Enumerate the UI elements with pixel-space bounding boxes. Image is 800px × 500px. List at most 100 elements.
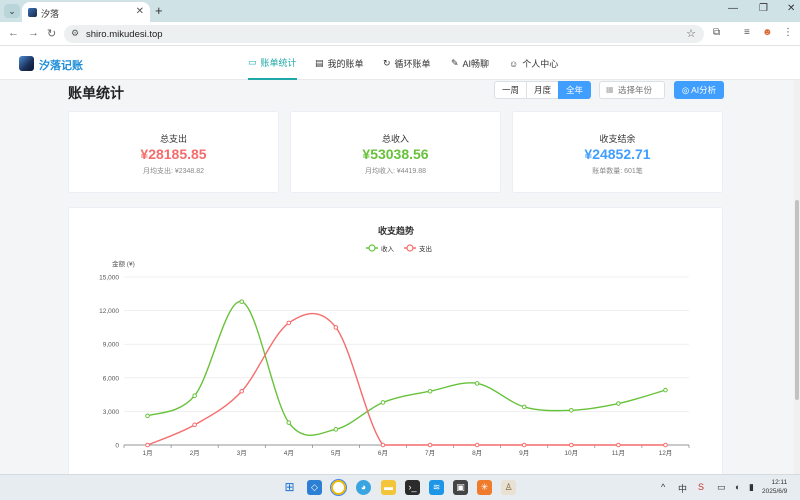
nav-item-bill-stats[interactable]: ▭ 账单统计	[248, 47, 297, 80]
monthly-average-expense: 月均支出: ¥2348.82	[142, 168, 205, 175]
nav-label: AI畅聊	[462, 59, 490, 69]
refresh-icon: ↻	[383, 58, 391, 68]
clock-time: 12:11	[771, 479, 788, 486]
x-tick-label: 2月	[190, 449, 200, 457]
x-tick-label: 4月	[284, 449, 294, 457]
ai-chat-icon: ◎	[681, 85, 690, 95]
scrollbar-thumb[interactable]	[795, 200, 799, 400]
nav-item-my-bills[interactable]: ▤ 我的账单	[315, 47, 364, 80]
y-tick-label: 3,000	[103, 409, 120, 416]
app-logo-icon[interactable]	[19, 56, 34, 71]
ime-indicator[interactable]: 中	[678, 482, 687, 495]
system-clock[interactable]: 12:11 2025/6/9	[762, 478, 787, 496]
bill-count: 账单数量: 601笔	[592, 168, 643, 175]
y-tick-label: 0	[115, 443, 119, 450]
x-tick-label: 8月	[472, 449, 482, 457]
app-character-icon[interactable]: ♙	[501, 480, 516, 495]
x-tick-label: 9月	[519, 449, 529, 457]
app-header: 汐落记账 ▭ 账单统计 ▤ 我的账单 ↻ 循环账单 ✎ AI畅聊 ☺ 个人中心	[0, 47, 800, 80]
data-point	[286, 320, 292, 326]
data-point	[427, 442, 433, 448]
site-info-icon[interactable]: ⚙	[71, 28, 79, 39]
brand-name[interactable]: 汐落记账	[39, 57, 83, 73]
browser-tab[interactable]: 汐落 ✕	[22, 2, 150, 22]
app-orange-icon[interactable]: ✳	[477, 480, 492, 495]
data-point	[568, 442, 574, 448]
monitor-icon: ▭	[248, 57, 257, 67]
trend-chart-card: 收支趋势 收入 支出 金额 (¥) 0 3,000 6,000 9,000 12,000 15,0…	[68, 207, 723, 474]
url-text[interactable]: shiro.mikudesi.top	[86, 29, 163, 40]
x-tick-label: 12月	[659, 449, 673, 457]
file-explorer-icon[interactable]: ▬	[381, 480, 396, 495]
back-arrow-icon[interactable]: ←	[8, 27, 19, 39]
data-point	[427, 388, 433, 394]
period-year-button[interactable]: 全年	[558, 81, 591, 99]
reload-icon[interactable]: ↻	[47, 27, 56, 40]
os-taskbar: ⊞ ◇ ◕ ▬ ›_ ≋ ▣ ✳ ♙ ^ 中 S ▭ ◐ ▮ 12:11 202…	[0, 474, 800, 500]
data-point	[616, 442, 621, 448]
data-point	[286, 420, 292, 425]
address-bar[interactable]: ⚙ shiro.mikudesi.top ☆	[64, 25, 704, 43]
nav-item-profile[interactable]: ☺ 个人中心	[509, 47, 558, 80]
window-close-icon[interactable]: ✕	[787, 3, 795, 14]
browser-toolbar: ← → ↻ ⚙ shiro.mikudesi.top ☆ ⧉ ≡ ☻ ⋮	[0, 22, 800, 46]
chrome-icon[interactable]	[330, 479, 347, 496]
terminal-icon[interactable]: ›_	[405, 480, 420, 495]
nav-item-recurring-bills[interactable]: ↻ 循环账单	[383, 47, 431, 80]
reading-list-icon[interactable]: ≡	[744, 27, 750, 38]
series-line	[147, 300, 666, 436]
x-tick-label: 5月	[331, 449, 341, 457]
qq-icon[interactable]: ◕	[356, 480, 371, 495]
total-expense-value: ¥28185.85	[140, 146, 207, 162]
year-input[interactable]	[618, 84, 662, 96]
balance-card: 收支结余 ¥24852.71 账单数量: 601笔	[512, 111, 723, 193]
profile-avatar-icon[interactable]: ☻	[762, 27, 773, 38]
tray-chevron-icon[interactable]: ^	[661, 482, 665, 492]
data-point	[521, 404, 527, 410]
ai-analysis-button[interactable]: ◎ AI分析	[674, 81, 724, 99]
ime-s-icon[interactable]: S	[698, 482, 704, 492]
monthly-average-income: 月均收入: ¥4419.88	[364, 168, 427, 175]
battery-icon[interactable]: ▮	[749, 482, 754, 493]
tab-list-chevron-icon[interactable]: ⌄	[4, 4, 20, 18]
y-axis-label: 金额 (¥)	[112, 259, 135, 268]
y-tick-label: 12,000	[99, 308, 119, 315]
browser-menu-icon[interactable]: ⋮	[783, 27, 793, 38]
total-expense-card: 总支出 ¥28185.85 月均支出: ¥2348.82	[68, 111, 279, 193]
browser-tabbar: ⌄ 汐落 ✕ + — ❐ ✕	[0, 0, 800, 22]
app-icon[interactable]: ▣	[453, 480, 468, 495]
new-tab-plus-icon[interactable]: +	[155, 3, 163, 18]
calendar-icon: ▦	[606, 85, 614, 94]
x-tick-label: 11月	[612, 449, 625, 457]
card-label: 总收入	[381, 134, 409, 144]
windows-start-icon[interactable]: ⊞	[282, 480, 297, 495]
nav-label: 账单统计	[260, 58, 297, 68]
page-scrollbar[interactable]	[794, 80, 800, 474]
speaker-icon[interactable]: ◐	[735, 482, 740, 492]
tab-close-icon[interactable]: ✕	[136, 6, 144, 17]
balance-value: ¥24852.71	[584, 146, 651, 162]
data-point	[521, 442, 527, 448]
clock-date: 2025/6/9	[762, 488, 788, 495]
data-point	[239, 388, 245, 394]
vscode-icon[interactable]: ◇	[307, 480, 322, 495]
pen-icon: ✎	[451, 58, 459, 68]
data-point	[192, 393, 197, 399]
period-week-button[interactable]: 一周	[494, 81, 527, 99]
nav-item-ai-chat[interactable]: ✎ AI畅聊	[451, 47, 489, 80]
legend-label: 收入	[381, 244, 395, 253]
period-month-button[interactable]: 月度	[526, 81, 559, 99]
trend-chart: 收支趋势收入 支出金额 (¥) 0 3,000 6,000 9,000 12,000 15,0…	[99, 225, 690, 457]
docker-icon[interactable]: ≋	[429, 480, 444, 495]
minimize-icon[interactable]: —	[728, 3, 738, 14]
display-icon[interactable]: ▭	[717, 482, 726, 493]
x-tick-label: 10月	[564, 449, 578, 457]
restore-icon[interactable]: ❐	[759, 3, 768, 14]
y-tick-label: 9,000	[103, 342, 120, 349]
year-picker[interactable]: ▦	[599, 81, 665, 99]
data-point	[568, 407, 574, 413]
forward-arrow-icon[interactable]: →	[28, 27, 39, 39]
bookmark-star-icon[interactable]: ☆	[686, 27, 696, 40]
extensions-icon[interactable]: ⧉	[713, 27, 720, 38]
y-tick-label: 15,000	[99, 275, 119, 282]
